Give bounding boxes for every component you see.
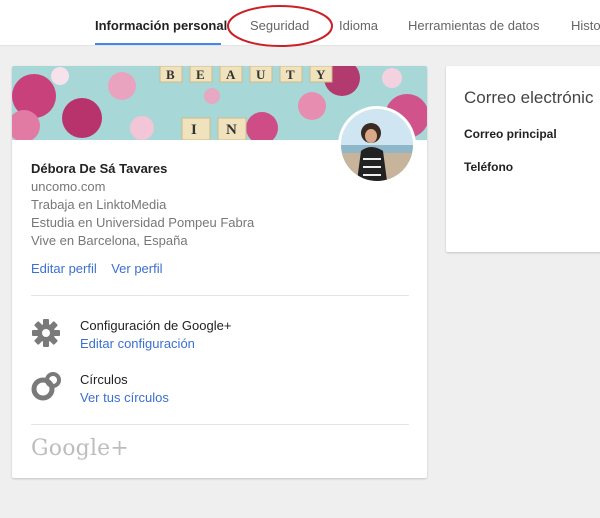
cover-tile-letter: N bbox=[226, 122, 237, 138]
profile-card: B E A U T Y I N Débora De Sá Tavares unc… bbox=[12, 66, 427, 478]
cover-tile-letter: T bbox=[286, 67, 295, 82]
profile-location: Vive en Barcelona, España bbox=[31, 233, 188, 248]
profile-name: Débora De Sá Tavares bbox=[31, 161, 168, 176]
divider bbox=[31, 424, 409, 425]
view-circles-link[interactable]: Ver tus círculos bbox=[80, 390, 169, 405]
primary-email-label: Correo principal bbox=[464, 127, 557, 141]
tab-informacion-personal[interactable]: Información personal bbox=[95, 18, 227, 33]
cover-tile-letter: B bbox=[166, 67, 175, 82]
circles-icon bbox=[31, 372, 61, 401]
profile-website: uncomo.com bbox=[31, 179, 106, 194]
tab-seguridad[interactable]: Seguridad bbox=[250, 18, 309, 33]
circles-title: Círculos bbox=[80, 372, 128, 387]
edit-profile-link[interactable]: Editar perfil bbox=[31, 261, 97, 276]
cover-tile-letter: E bbox=[196, 67, 205, 82]
view-circles-link-wrap: Ver tus círculos bbox=[80, 389, 169, 407]
divider bbox=[31, 295, 409, 296]
phone-label: Teléfono bbox=[464, 160, 514, 174]
edit-settings-link-wrap: Editar configuración bbox=[80, 335, 195, 353]
active-tab-indicator bbox=[95, 43, 221, 45]
edit-settings-link[interactable]: Editar configuración bbox=[80, 336, 195, 351]
top-navigation: Información personal Seguridad Idioma He… bbox=[0, 0, 600, 46]
gear-icon bbox=[32, 319, 60, 347]
tab-herramientas-de-datos[interactable]: Herramientas de datos bbox=[408, 18, 540, 33]
contact-card-title: Correo electrónic bbox=[464, 88, 594, 107]
cover-tile-letter: A bbox=[226, 67, 236, 82]
google-plus-logo: Google+ bbox=[31, 436, 130, 461]
profile-education: Estudia en Universidad Pompeu Fabra bbox=[31, 215, 255, 230]
contact-card: Correo electrónic Correo principal Teléf… bbox=[446, 66, 600, 252]
avatar[interactable] bbox=[338, 106, 416, 184]
view-profile-link[interactable]: Ver perfil bbox=[111, 261, 162, 276]
cover-tile-letter: U bbox=[256, 67, 266, 82]
tab-historial[interactable]: Histo bbox=[571, 18, 600, 33]
cover-tile-letter: Y bbox=[316, 67, 326, 82]
settings-title: Configuración de Google+ bbox=[80, 318, 232, 333]
tab-idioma[interactable]: Idioma bbox=[339, 18, 378, 33]
profile-links: Editar perfil Ver perfil bbox=[31, 260, 173, 278]
cover-tile-letter: I bbox=[191, 122, 197, 138]
profile-work: Trabaja en LinktoMedia bbox=[31, 197, 167, 212]
